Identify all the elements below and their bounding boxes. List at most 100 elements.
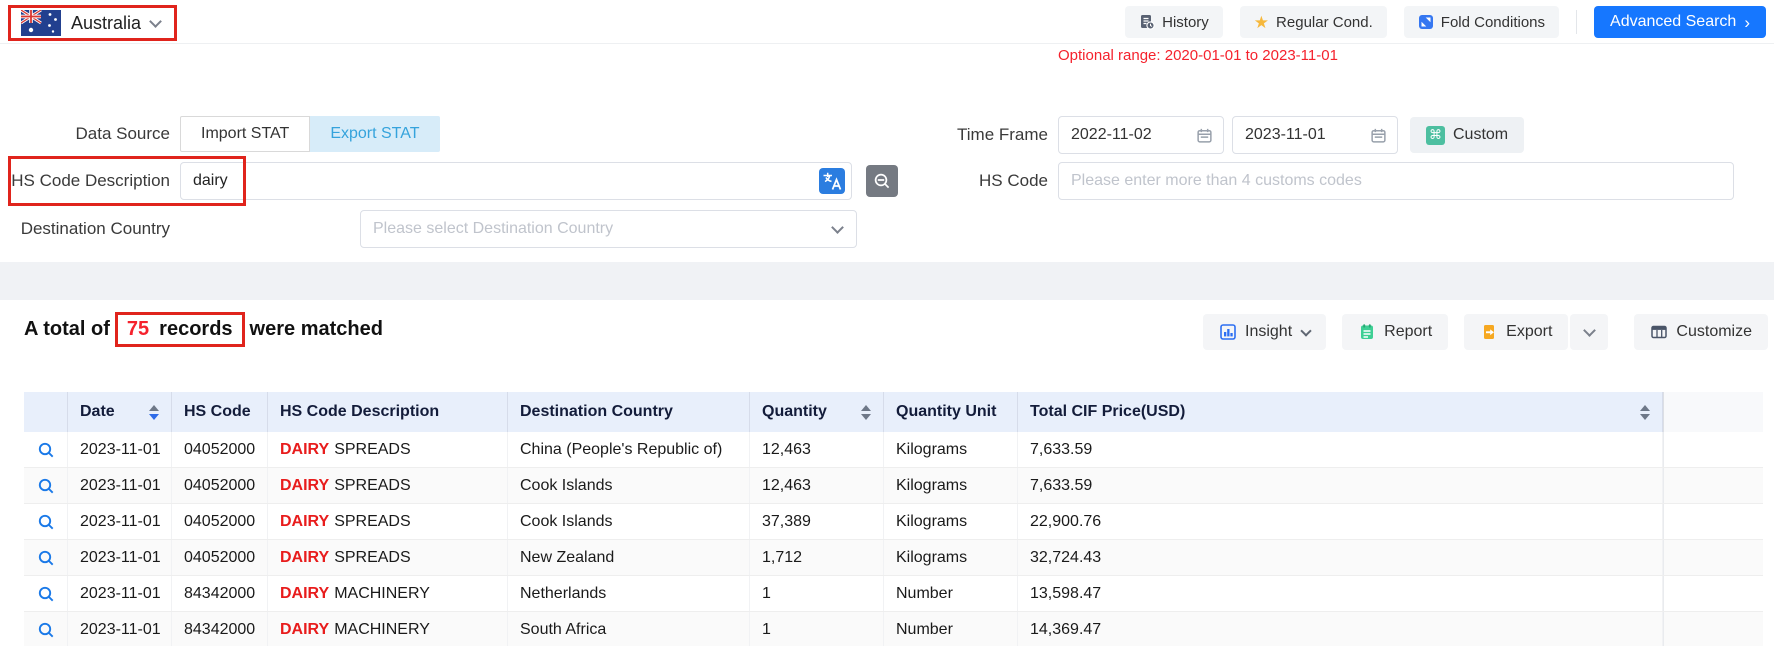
- cell-country: Cook Islands: [508, 468, 750, 503]
- summary-suffix: were matched: [250, 318, 383, 341]
- cell-quantity: 1: [750, 612, 884, 646]
- cell-hs-code: 04052000: [172, 504, 268, 539]
- table-header: Date HS Code HS Code Description Destina…: [24, 392, 1763, 432]
- custom-button[interactable]: ⌘ Custom: [1410, 117, 1524, 153]
- advanced-search-button[interactable]: Advanced Search ›: [1594, 6, 1766, 38]
- records-count: 75: [127, 318, 149, 341]
- export-label: Export: [1506, 323, 1552, 341]
- desc-rest: MACHINERY: [334, 585, 430, 603]
- cell-price: 32,724.43: [1018, 540, 1663, 575]
- fold-conditions-button[interactable]: Fold Conditions: [1404, 6, 1559, 38]
- header-dest-country[interactable]: Destination Country: [508, 392, 750, 432]
- calendar-icon: [1196, 127, 1213, 144]
- insight-label: Insight: [1245, 323, 1292, 341]
- cell-unit: Kilograms: [884, 504, 1018, 539]
- column-label: HS Code: [184, 403, 251, 421]
- magnifier-icon: [37, 513, 55, 531]
- data-source-tabs: Import STAT Export STAT: [180, 116, 440, 152]
- tab-export-stat[interactable]: Export STAT: [310, 116, 439, 152]
- magnifier-icon: [37, 441, 55, 459]
- row-detail-button[interactable]: [37, 513, 55, 531]
- row-detail-button[interactable]: [37, 585, 55, 603]
- cell-hs-code: 04052000: [172, 468, 268, 503]
- cell-hs-code: 04052000: [172, 540, 268, 575]
- export-button[interactable]: Export: [1464, 314, 1568, 350]
- hs-desc-field: [180, 162, 852, 200]
- country-selector[interactable]: Australia: [8, 5, 177, 41]
- date-start-input[interactable]: 2022-11-02: [1058, 116, 1224, 154]
- cell-hs-code: 84342000: [172, 612, 268, 646]
- fold-conditions-label: Fold Conditions: [1441, 14, 1545, 31]
- chevron-right-icon: ›: [1744, 14, 1750, 31]
- cell-price: 14,369.47: [1018, 612, 1663, 646]
- star-icon: ★: [1254, 14, 1269, 31]
- column-label: Total CIF Price(USD): [1030, 403, 1185, 421]
- cell-hs-desc: DAIRY MACHINERY: [268, 576, 508, 611]
- magnifier-icon: [37, 477, 55, 495]
- column-label: HS Code Description: [280, 403, 439, 421]
- cell-extra: [1663, 432, 1763, 467]
- header-total-cif[interactable]: Total CIF Price(USD): [1018, 392, 1663, 432]
- cell-quantity: 1: [750, 576, 884, 611]
- desc-rest: SPREADS: [334, 549, 410, 567]
- column-label: Date: [80, 403, 115, 421]
- cell-hs-desc: DAIRYSPREADS: [268, 468, 508, 503]
- results-section: A total of 75 records were matched Insig…: [0, 300, 1774, 646]
- top-actions: History ★ Regular Cond. Fold Conditions …: [1125, 6, 1766, 38]
- divider: [1576, 10, 1577, 34]
- cell-hs-desc: DAIRYSPREADS: [268, 432, 508, 467]
- keyword-highlight: DAIRY: [280, 477, 329, 495]
- optional-range-hint: Optional range: 2020-01-01 to 2023-11-01: [1058, 47, 1338, 64]
- hs-desc-input[interactable]: [180, 162, 852, 200]
- tab-import-stat[interactable]: Import STAT: [180, 116, 310, 152]
- customize-button[interactable]: Customize: [1634, 314, 1768, 350]
- cell-date: 2023-11-01: [68, 468, 172, 503]
- insight-button[interactable]: Insight: [1203, 314, 1326, 350]
- table-row: 2023-11-01 04052000 DAIRYSPREADS China (…: [24, 432, 1763, 468]
- column-label: Quantity: [762, 403, 827, 421]
- chevron-down-icon: [1583, 324, 1596, 337]
- header-quantity[interactable]: Quantity: [750, 392, 884, 432]
- row-detail-button[interactable]: [37, 441, 55, 459]
- cell-extra: [1663, 576, 1763, 611]
- date-end-input[interactable]: 2023-11-01: [1232, 116, 1398, 154]
- header-detail: [24, 392, 68, 432]
- sort-icons[interactable]: [1640, 405, 1650, 420]
- report-icon: [1358, 323, 1376, 341]
- hs-code-label: HS Code: [878, 171, 1048, 191]
- results-summary: A total of 75 records were matched: [24, 312, 383, 347]
- translate-icon[interactable]: [819, 168, 845, 194]
- country-name: Australia: [71, 13, 141, 34]
- row-detail-button[interactable]: [37, 477, 55, 495]
- table-row: 2023-11-01 84342000 DAIRYMACHINERY Nethe…: [24, 576, 1763, 612]
- dest-country-placeholder: Please select Destination Country: [373, 220, 613, 238]
- row-detail-button[interactable]: [37, 621, 55, 639]
- regular-cond-button[interactable]: ★ Regular Cond.: [1240, 6, 1387, 38]
- cell-date: 2023-11-01: [68, 612, 172, 646]
- report-button[interactable]: Report: [1342, 314, 1448, 350]
- column-label: Destination Country: [520, 403, 673, 421]
- keyword-highlight: DAIRY: [280, 549, 329, 567]
- history-button[interactable]: History: [1125, 6, 1223, 38]
- results-toolbar: Insight Report Expor: [1203, 314, 1768, 350]
- header-hs-code[interactable]: HS Code: [172, 392, 268, 432]
- chevron-down-icon: [149, 15, 162, 28]
- row-detail-button[interactable]: [37, 549, 55, 567]
- desc-rest: SPREADS: [334, 513, 410, 531]
- keyword-highlight: DAIRY: [280, 585, 329, 603]
- export-dropdown-button[interactable]: [1570, 314, 1608, 350]
- header-date[interactable]: Date: [68, 392, 172, 432]
- sort-icons[interactable]: [149, 405, 159, 420]
- header-quantity-unit[interactable]: Quantity Unit: [884, 392, 1018, 432]
- data-source-label: Data Source: [0, 124, 170, 144]
- dest-country-select[interactable]: Please select Destination Country: [360, 210, 857, 248]
- cell-unit: Kilograms: [884, 432, 1018, 467]
- cell-country: Netherlands: [508, 576, 750, 611]
- hs-code-input[interactable]: [1058, 162, 1734, 200]
- page: Australia History ★ Regular Cond.: [0, 0, 1774, 646]
- header-hs-desc[interactable]: HS Code Description: [268, 392, 508, 432]
- table-row: 2023-11-01 84342000 DAIRYMACHINERY South…: [24, 612, 1763, 646]
- cell-quantity: 12,463: [750, 432, 884, 467]
- cell-extra: [1663, 504, 1763, 539]
- sort-icons[interactable]: [861, 405, 871, 420]
